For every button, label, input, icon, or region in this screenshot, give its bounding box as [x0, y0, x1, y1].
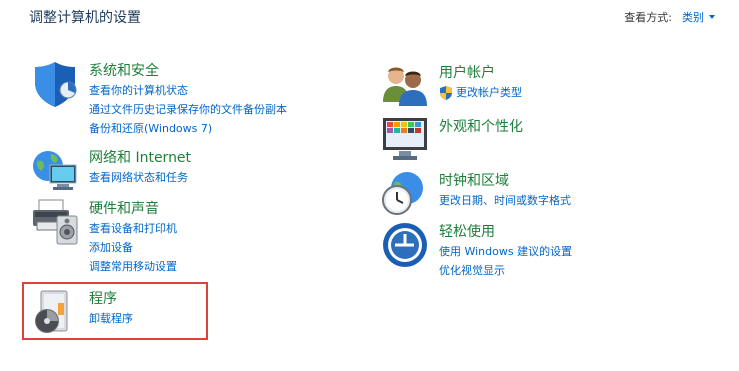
ease-of-access-icon[interactable]	[381, 221, 429, 269]
link-change-account-type[interactable]: 更改帐户类型	[439, 83, 522, 102]
chevron-down-icon[interactable]	[709, 15, 715, 19]
category-title[interactable]: 外观和个性化	[439, 116, 523, 136]
highlight-box	[22, 282, 208, 340]
printer-icon[interactable]	[31, 198, 79, 246]
category-title[interactable]: 用户帐户	[439, 62, 495, 82]
link-windows-suggested-settings[interactable]: 使用 Windows 建议的设置	[439, 242, 572, 261]
link-devices-printers[interactable]: 查看设备和打印机	[89, 219, 177, 238]
category-title[interactable]: 轻松使用	[439, 221, 495, 241]
view-by: 查看方式: 类别	[624, 9, 715, 25]
users-icon[interactable]	[381, 62, 429, 110]
page-title: 调整计算机的设置	[29, 10, 141, 26]
link-view-computer-status[interactable]: 查看你的计算机状态	[89, 81, 287, 100]
link-optimize-visual-display[interactable]: 优化视觉显示	[439, 261, 572, 280]
link-add-device[interactable]: 添加设备	[89, 238, 177, 257]
link-date-time-format[interactable]: 更改日期、时间或数字格式	[439, 191, 571, 210]
link-file-history[interactable]: 通过文件历史记录保存你的文件备份副本	[89, 100, 287, 119]
category-title[interactable]: 硬件和声音	[89, 198, 159, 218]
link-backup-restore[interactable]: 备份和还原(Windows 7)	[89, 119, 287, 138]
link-mobility-settings[interactable]: 调整常用移动设置	[89, 257, 177, 276]
category-title[interactable]: 网络和 Internet	[89, 147, 191, 167]
clock-globe-icon[interactable]	[381, 170, 429, 218]
category-title[interactable]: 系统和安全	[89, 60, 159, 80]
category-title[interactable]: 时钟和区域	[439, 170, 509, 190]
view-by-dropdown[interactable]: 类别	[682, 9, 704, 25]
uac-shield-icon	[440, 85, 452, 100]
view-by-label: 查看方式:	[624, 11, 672, 24]
network-globe-icon[interactable]	[31, 147, 79, 195]
shield-icon[interactable]	[31, 60, 79, 108]
monitor-palette-icon[interactable]	[381, 116, 429, 164]
link-change-account-type-label[interactable]: 更改帐户类型	[456, 83, 522, 102]
link-network-status[interactable]: 查看网络状态和任务	[89, 168, 188, 187]
